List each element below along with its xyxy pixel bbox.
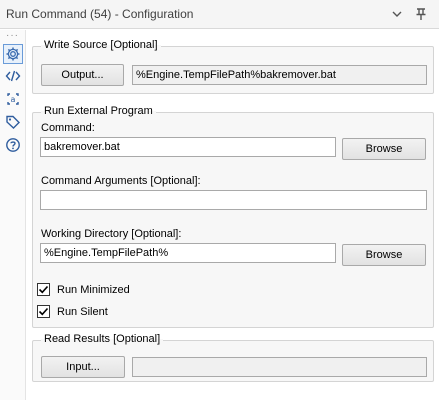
- run-silent-checkbox[interactable]: [37, 305, 50, 318]
- gear-icon[interactable]: [3, 44, 23, 64]
- working-directory-input[interactable]: %Engine.TempFilePath%: [40, 243, 336, 263]
- command-input[interactable]: bakremover.bat: [40, 137, 336, 157]
- run-minimized-checkbox[interactable]: [37, 283, 50, 296]
- input-path-field[interactable]: [132, 357, 427, 377]
- working-directory-label: Working Directory [Optional]:: [41, 228, 182, 240]
- sidebar-more-icon: ···: [6, 30, 19, 41]
- window-title-bar: Run Command (54) - Configuration: [0, 0, 439, 29]
- read-results-group: Read Results [Optional] Input...: [32, 333, 434, 382]
- command-browse-button[interactable]: Browse: [342, 138, 426, 160]
- svg-text:a: a: [11, 95, 16, 104]
- sidebar: ··· a: [0, 30, 26, 400]
- read-results-title: Read Results [Optional]: [41, 333, 164, 345]
- annotation-icon[interactable]: a: [3, 89, 23, 109]
- output-path-field[interactable]: %Engine.TempFilePath%bakremover.bat: [132, 65, 427, 85]
- input-button[interactable]: Input...: [41, 356, 125, 378]
- working-directory-browse-button[interactable]: Browse: [342, 244, 426, 266]
- chevron-down-icon[interactable]: [388, 5, 406, 23]
- command-arguments-label: Command Arguments [Optional]:: [41, 175, 201, 187]
- tag-icon[interactable]: [3, 112, 23, 132]
- write-source-title: Write Source [Optional]: [41, 39, 161, 51]
- run-external-program-group: Run External Program Command: bakremover…: [32, 105, 434, 328]
- run-minimized-label: Run Minimized: [57, 284, 130, 296]
- code-icon[interactable]: [3, 66, 23, 86]
- pin-icon[interactable]: [412, 5, 430, 23]
- run-external-program-title: Run External Program: [41, 105, 156, 117]
- run-silent-label: Run Silent: [57, 306, 108, 318]
- command-label: Command:: [41, 122, 95, 134]
- window-title: Run Command (54) - Configuration: [6, 7, 194, 21]
- write-source-group: Write Source [Optional] Output... %Engin…: [32, 39, 434, 94]
- command-arguments-input[interactable]: [40, 190, 427, 210]
- help-icon[interactable]: [3, 135, 23, 155]
- output-button[interactable]: Output...: [41, 64, 124, 86]
